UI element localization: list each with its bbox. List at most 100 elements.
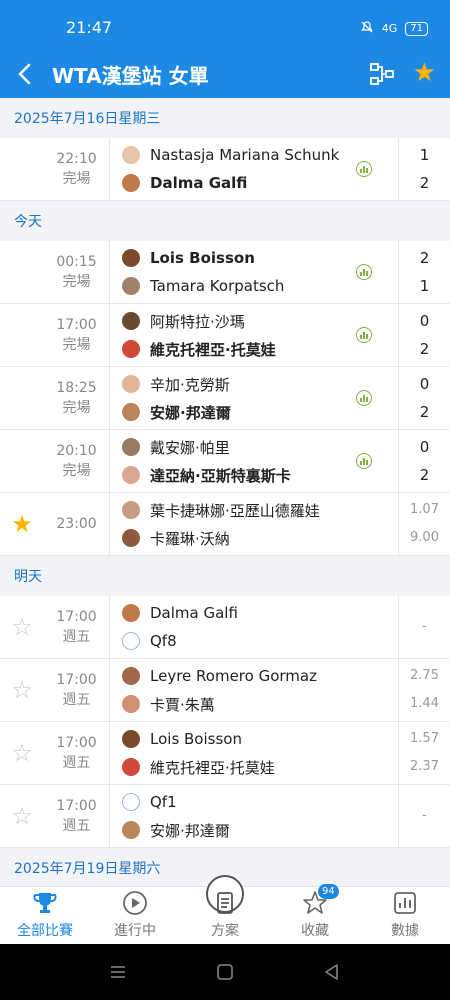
match-row[interactable]: ☆ 17:00 週五 Dalma Galfi Qf8 - [0, 596, 450, 659]
match-status: 週五 [62, 692, 91, 708]
score-column: 12 [398, 138, 450, 200]
trophy-icon [32, 890, 58, 916]
match-row[interactable]: ☆ 17:00 週五 Leyre Romero Gormaz 卡賈·朱萬 2.75 1.44 [0, 659, 450, 722]
match-status: 完場 [62, 463, 91, 479]
match-row[interactable]: 00:15 完場 Lois Boisson Tamara Korpatsch 2 1 [0, 241, 450, 304]
players: 阿斯特拉·沙瑪 維克托裡亞·托莫娃 [110, 304, 398, 366]
score-value: 2 [419, 174, 430, 192]
nav-item-play[interactable]: 進行中 [90, 887, 180, 944]
favorite-toggle [0, 367, 44, 429]
player-name: 安娜·邦達爾 [150, 403, 231, 422]
score-value: 1 [419, 277, 430, 295]
player-name: 維克托裡亞·托莫娃 [150, 340, 276, 359]
favorite-toggle[interactable]: ★ [0, 493, 44, 555]
nav-label: 全部比賽 [17, 923, 73, 939]
odds-value: 9.00 [410, 530, 439, 545]
player-name: 卡賈·朱萬 [150, 695, 215, 714]
stats-icon[interactable] [356, 264, 372, 280]
player: Nastasja Mariana Schunk [122, 145, 398, 165]
favorite-toggle[interactable]: ☆ [0, 722, 44, 784]
players: 葉卡捷琳娜·亞歷山德羅娃 卡羅琳·沃納 [110, 493, 398, 555]
player: 辛加·克勞斯 [122, 374, 398, 394]
favorite-toggle[interactable]: ☆ [0, 659, 44, 721]
stats-icon[interactable] [356, 453, 372, 469]
stats-icon[interactable] [356, 161, 372, 177]
score-column: 1.57 2.37 [398, 722, 450, 784]
match-row[interactable]: 18:25 完場 辛加·克勞斯 安娜·邦達爾 0 2 [0, 367, 450, 430]
match-row[interactable]: ☆ 17:00 週五 Lois Boisson 維克托裡亞·托莫娃 1.57 2.37 [0, 722, 450, 785]
nav-label: 進行中 [114, 923, 156, 939]
star-outline-icon: ☆ [11, 802, 33, 830]
player: 維克托裡亞·托莫娃 [122, 757, 398, 777]
player: Leyre Romero Gormaz [122, 666, 398, 686]
score-value: 2 [419, 340, 430, 358]
player: 維克托裡亞·托莫娃 [122, 339, 398, 359]
star-outline-icon: 94 [302, 884, 339, 916]
odds-value: 1.44 [410, 696, 439, 711]
match-row[interactable]: 22:10 完場 Nastasja Mariana Schunk Dalma Galf… [0, 138, 450, 201]
players: Lois Boisson Tamara Korpatsch [110, 241, 398, 303]
bottom-nav: 全部比賽 進行中 方案 94 收藏 數據 [0, 875, 450, 944]
player: Dalma Galfi [122, 173, 398, 193]
signal-icon: 4G [381, 22, 398, 35]
player-avatar [122, 793, 140, 811]
players: Dalma Galfi Qf8 [110, 596, 398, 658]
nav-label: 數據 [391, 923, 419, 939]
star-outline-icon: ☆ [11, 739, 33, 767]
match-list[interactable]: 2025年7月16日星期三 22:10 完場 Nastasja Mariana Sch… [0, 98, 450, 886]
player-avatar [122, 695, 140, 713]
score-value: 2 [419, 466, 430, 484]
match-start-time: 22:10 [56, 151, 97, 167]
system-nav-bar [0, 944, 450, 1000]
nav-item-chart[interactable]: 數據 [360, 887, 450, 944]
stats-icon[interactable] [356, 327, 372, 343]
menu-icon [111, 966, 125, 978]
favorite-toggle[interactable]: ☆ [0, 785, 44, 847]
player: 安娜·邦達爾 [122, 402, 398, 422]
odds-value: 1.07 [410, 502, 439, 517]
plan-icon [212, 890, 238, 916]
match-status: 完場 [62, 400, 91, 416]
system-back-button[interactable] [322, 962, 342, 982]
home-button[interactable] [215, 962, 235, 982]
chevron-left-icon [18, 63, 31, 85]
nav-item-star-outline[interactable]: 94 收藏 [270, 884, 360, 944]
player: 戴安娜·帕里 [122, 437, 398, 457]
player-avatar [122, 466, 140, 484]
match-status: 完場 [62, 274, 91, 290]
player-name: Dalma Galfi [150, 174, 248, 192]
back-button[interactable] [10, 58, 40, 90]
score-value: 2 [419, 403, 430, 421]
match-row[interactable]: ★ 23:00 葉卡捷琳娜·亞歷山德羅娃 卡羅琳·沃納 1.07 9.00 [0, 493, 450, 556]
player-name: 戴安娜·帕里 [150, 438, 230, 457]
nav-item-trophy[interactable]: 全部比賽 [0, 887, 90, 944]
player: Qf1 [122, 792, 398, 812]
match-time: 23:00 [44, 493, 110, 555]
favorite-toggle [0, 138, 44, 200]
recent-apps-button[interactable] [108, 962, 128, 982]
match-row[interactable]: 20:10 完場 戴安娜·帕里 達亞納·亞斯特裏斯卡 0 2 [0, 430, 450, 493]
bracket-button[interactable] [368, 60, 396, 88]
score-value: 0 [419, 312, 430, 330]
nav-label: 方案 [211, 923, 239, 939]
favorite-toggle[interactable]: ☆ [0, 596, 44, 658]
play-icon [122, 890, 148, 916]
favorite-button[interactable]: ★ [413, 58, 436, 88]
match-row[interactable]: 17:00 完場 阿斯特拉·沙瑪 維克托裡亞·托莫娃 0 2 [0, 304, 450, 367]
match-row[interactable]: ☆ 17:00 週五 Qf1 安娜·邦達爾 - [0, 785, 450, 848]
player-name: Nastasja Mariana Schunk [150, 146, 340, 164]
player-name: 維克托裡亞·托莫娃 [150, 758, 275, 777]
player: 安娜·邦達爾 [122, 820, 398, 840]
player: 達亞納·亞斯特裏斯卡 [122, 465, 398, 485]
player-avatar [122, 821, 140, 839]
triangle-back-icon [325, 964, 338, 980]
match-time: 00:15 完場 [44, 241, 110, 303]
score-value: 2 [419, 249, 430, 267]
nav-item-plan[interactable]: 方案 [180, 875, 270, 944]
player-name: Leyre Romero Gormaz [150, 667, 317, 685]
score-column: 02 [398, 304, 450, 366]
player-avatar [122, 529, 140, 547]
stats-icon[interactable] [356, 390, 372, 406]
match-time: 17:00 週五 [44, 659, 110, 721]
player: Lois Boisson [122, 729, 398, 749]
